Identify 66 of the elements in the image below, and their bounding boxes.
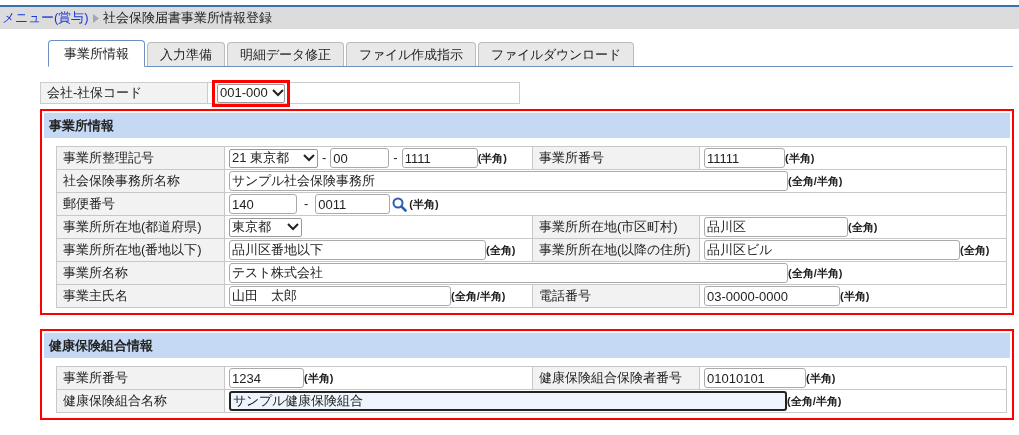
field-label: 事業主氏名 [56,284,225,308]
field-label: 事業所整理記号 [56,146,225,170]
input-hint: (半角) [840,288,870,304]
breadcrumb-link[interactable]: メニュー(賞与) [2,8,89,28]
tab[interactable]: 入力準備 [147,42,225,66]
input-hint: (全角) [848,219,878,235]
search-icon[interactable] [392,196,408,212]
field-label: 事業所名称 [56,261,225,285]
chevron-down-icon [303,154,315,162]
field-label: 事業所所在地(以降の住所) [532,238,700,262]
input-field[interactable]: 品川区 [704,217,848,237]
field-label: 事業所所在地(都道府県) [56,215,225,239]
chevron-down-icon [287,223,299,231]
input-field[interactable]: サンプル健康保険組合 [229,391,787,411]
field-label: 会社-社保コード [41,83,208,103]
field-label: 事業所番号 [532,146,700,170]
input-hint: (全角/半角) [451,288,506,304]
input-hint: (全角/半角) [787,393,842,409]
input-field[interactable]: テスト株式会社 [229,263,788,283]
field-label: 健康保険組合名称 [56,389,225,413]
dropdown[interactable]: 東京都 [229,217,302,237]
field-label: 社会保険事務所名称 [56,169,225,193]
tab[interactable]: ファイル作成指示 [346,42,476,66]
dropdown-value: 21 東京都 [232,149,290,168]
tab[interactable]: 明細データ修正 [227,42,344,66]
field-label: 事業所所在地(市区町村) [532,215,700,239]
input-hint: (半角) [477,150,507,166]
input-field[interactable]: 140 [229,194,297,214]
input-hint: (半角) [806,370,836,386]
separator-text: - [303,195,310,214]
dropdown[interactable]: 21 東京都 [229,148,318,168]
field-label: 郵便番号 [56,192,225,216]
input-field[interactable]: 1234 [229,368,304,388]
separator-text: - [392,149,399,168]
input-field[interactable]: 11111 [704,148,785,168]
input-field[interactable]: 山田 太郎 [229,286,451,306]
chevron-icon [92,13,99,23]
input-field[interactable]: 0011 [315,194,391,214]
input-hint: (全角/半角) [788,173,843,189]
page-title: 社会保険届書事業所情報登録 [102,9,272,28]
field-label: 電話番号 [532,284,700,308]
input-hint: (全角/半角) [788,265,843,281]
input-hint: (半角) [785,150,815,166]
dropdown-value: 東京都 [232,218,271,237]
tab[interactable]: ファイルダウンロード [478,42,634,66]
field-label: 事業所所在地(番地以下) [56,238,225,262]
field-label: 健康保険組合保険者番号 [532,366,700,390]
section-header: 事業所情報 [44,113,1010,138]
field-label: 事業所番号 [56,366,225,390]
input-hint: (半角) [409,196,439,212]
input-hint: (全角) [960,242,990,258]
input-field[interactable]: 1111 [401,148,478,168]
tab[interactable]: 事業所情報 [48,40,145,67]
separator-text: - [321,149,328,168]
input-field[interactable]: 01010101 [704,368,806,388]
input-field[interactable]: 00 [330,148,390,168]
input-hint: (全角) [486,242,516,258]
chevron-down-icon [271,89,284,97]
section-header: 健康保険組合情報 [44,333,1010,358]
input-field[interactable]: 品川区番地以下 [229,240,486,260]
input-hint: (半角) [304,370,334,386]
input-field[interactable]: 品川区ビル [704,240,960,260]
input-field[interactable]: 03-0000-0000 [704,286,840,306]
dropdown-value: 001-000 [220,84,268,103]
input-field[interactable]: サンプル社会保険事務所 [229,171,788,191]
dropdown[interactable]: 001-000 [217,83,285,103]
